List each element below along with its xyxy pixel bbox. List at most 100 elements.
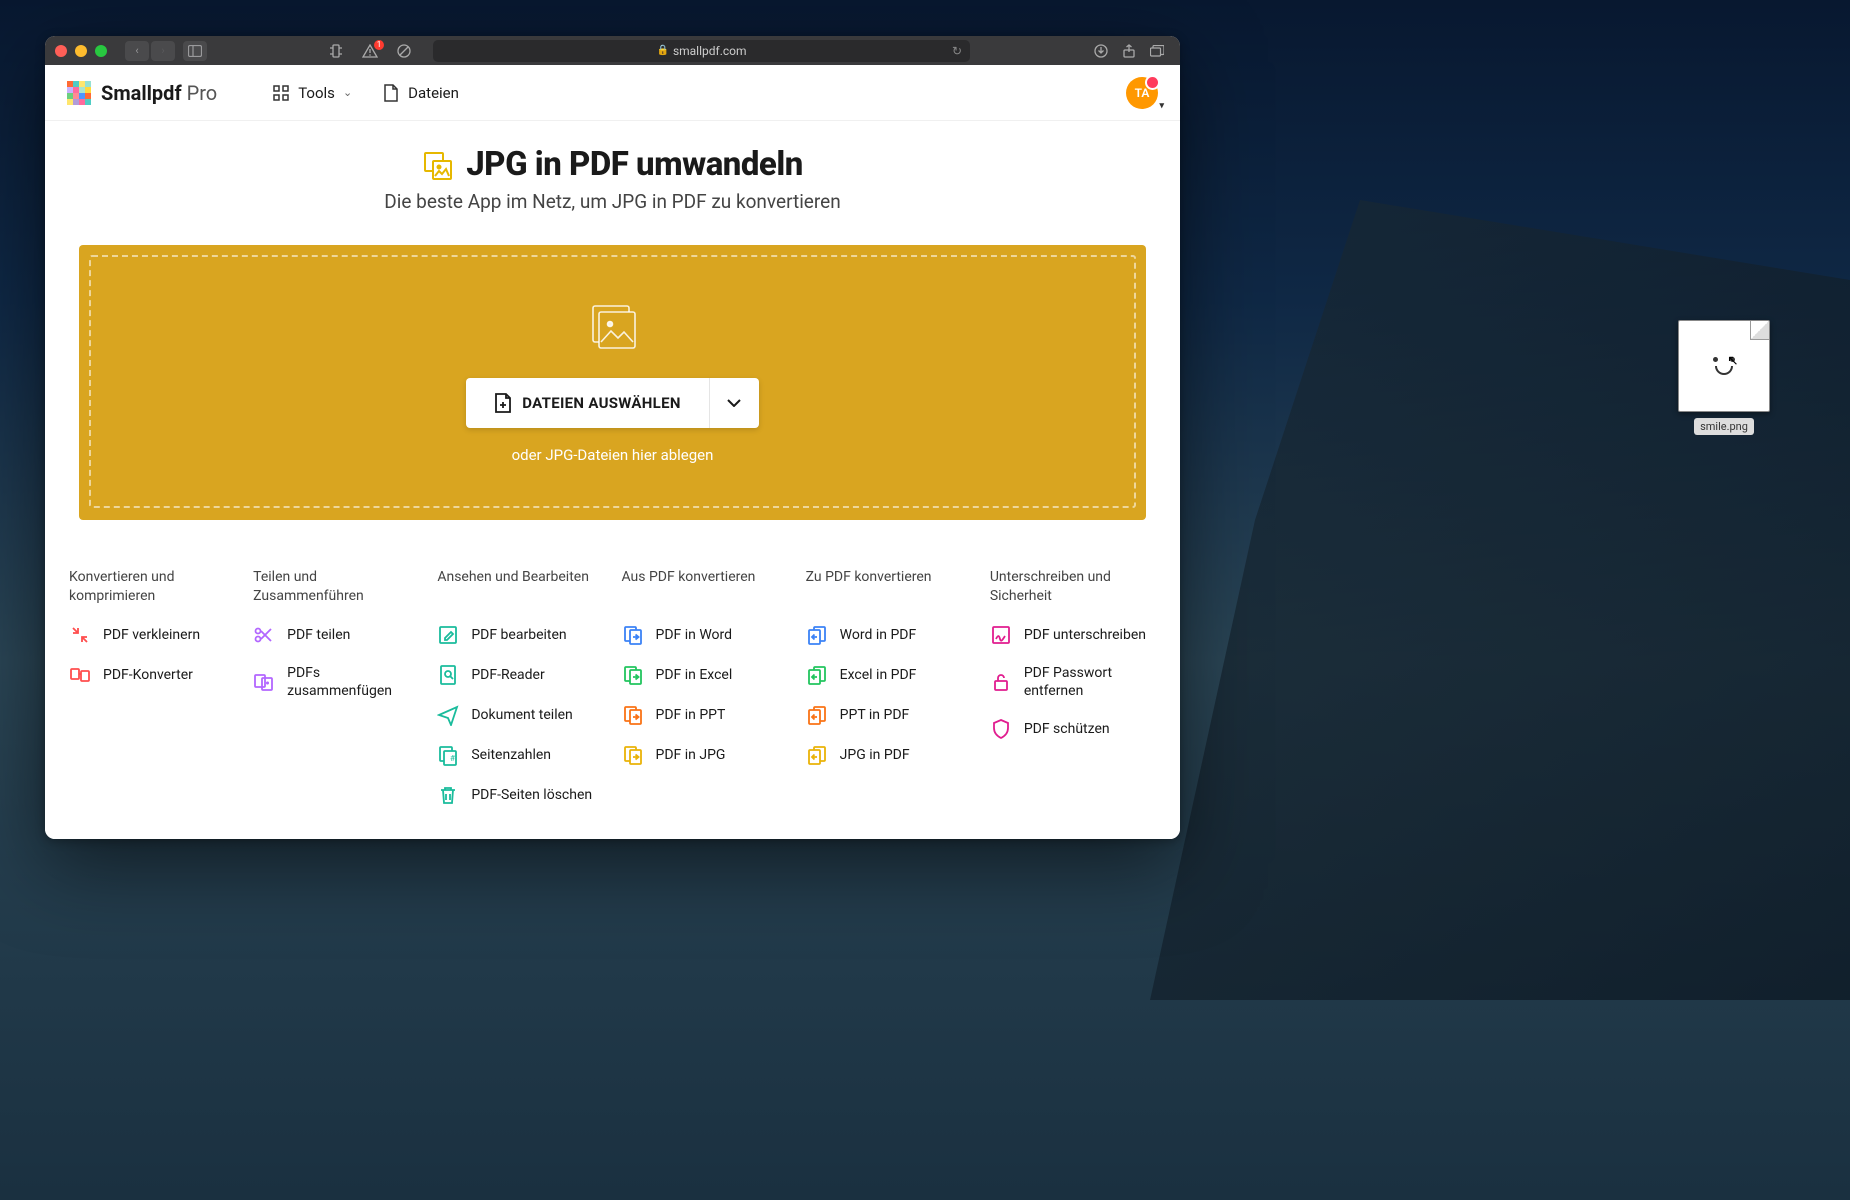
sidebar-toggle-button[interactable]: [183, 41, 207, 61]
tool-item-label: PPT in PDF: [840, 706, 910, 724]
tool-item-label: PDF-Konverter: [103, 666, 193, 684]
tool-column-heading: Unterschreiben und Sicherheit: [990, 568, 1156, 606]
file-thumbnail: ↖: [1678, 320, 1770, 412]
choose-files-button[interactable]: DATEIEN AUSWÄHLEN: [466, 378, 708, 428]
tool-item[interactable]: Word in PDF: [806, 624, 972, 646]
tool-item[interactable]: PDF in JPG: [622, 744, 788, 766]
safari-toolbar: ‹ › 🔒 smallpdf.com ↻: [45, 36, 1180, 65]
tool-item-label: PDF unterschreiben: [1024, 626, 1146, 644]
file-select-group: DATEIEN AUSWÄHLEN: [466, 378, 758, 428]
to-doc-icon: [622, 704, 644, 726]
dropzone[interactable]: DATEIEN AUSWÄHLEN oder JPG-Dateien hier …: [79, 245, 1146, 520]
choose-files-label: DATEIEN AUSWÄHLEN: [522, 394, 680, 412]
numbers-icon: #: [437, 744, 459, 766]
site-header: Smallpdf Pro Tools ⌄ Dateien: [45, 65, 1180, 121]
tool-item[interactable]: PDFs zusammenfügen: [253, 664, 419, 700]
tool-item[interactable]: PDF Passwort entfernen: [990, 664, 1156, 700]
privacy-icon[interactable]: [323, 41, 349, 61]
window-controls: [55, 45, 107, 57]
tool-item[interactable]: PDF-Konverter: [69, 664, 235, 686]
send-icon: [437, 704, 459, 726]
compress-icon: [69, 624, 91, 646]
back-button[interactable]: ‹: [125, 41, 149, 61]
image-stack-icon: [585, 300, 641, 360]
hero-subtitle: Die beste App im Netz, um JPG in PDF zu …: [65, 190, 1160, 213]
from-doc-icon: [806, 704, 828, 726]
sign-icon: [990, 624, 1012, 646]
tool-item[interactable]: PDF schützen: [990, 718, 1156, 740]
from-doc-icon: [806, 744, 828, 766]
files-label: Dateien: [408, 84, 459, 102]
svg-text:#: #: [450, 754, 455, 763]
split-icon: [253, 624, 275, 646]
file-name: smile.png: [1694, 418, 1754, 435]
tool-item[interactable]: Excel in PDF: [806, 664, 972, 686]
tool-item-label: PDF-Seiten löschen: [471, 786, 592, 804]
reload-icon[interactable]: ↻: [952, 44, 962, 58]
tool-column: Aus PDF konvertieren PDF in Word PDF in Ex…: [622, 568, 788, 806]
url-bar[interactable]: 🔒 smallpdf.com ↻: [433, 40, 970, 62]
tool-column: Teilen und ZusammenführenPDF teilenPDFs …: [253, 568, 419, 806]
tool-item[interactable]: JPG in PDF: [806, 744, 972, 766]
page-content[interactable]: Smallpdf Pro Tools ⌄ Dateien: [45, 65, 1180, 839]
tool-item[interactable]: PDF-Reader: [437, 664, 603, 686]
tool-item-label: Seitenzahlen: [471, 746, 551, 764]
desktop-file[interactable]: ↖ smile.png: [1678, 320, 1770, 435]
tool-item-label: PDF-Reader: [471, 666, 544, 684]
tool-column-heading: Zu PDF konvertieren: [806, 568, 972, 606]
tool-item[interactable]: PDF-Seiten löschen: [437, 784, 603, 806]
warning-icon[interactable]: [357, 41, 383, 61]
tool-item-label: PDF in PPT: [656, 706, 726, 724]
cursor-icon: ↖: [1727, 353, 1739, 369]
tool-item-label: PDF verkleinern: [103, 626, 200, 644]
logo-mark-icon: [67, 81, 91, 105]
avatar-chevron-icon: ▾: [1159, 101, 1164, 111]
tool-column-heading: Aus PDF konvertieren: [622, 568, 788, 606]
tool-item[interactable]: PPT in PDF: [806, 704, 972, 726]
share-icon[interactable]: [1116, 41, 1142, 61]
to-doc-icon: [622, 744, 644, 766]
tool-item[interactable]: PDF bearbeiten: [437, 624, 603, 646]
tool-item[interactable]: Dokument teilen: [437, 704, 603, 726]
shield-icon: [990, 718, 1012, 740]
tool-column-heading: Ansehen und Bearbeiten: [437, 568, 603, 606]
downloads-icon[interactable]: [1088, 41, 1114, 61]
maximize-window-button[interactable]: [95, 45, 107, 57]
block-icon[interactable]: [391, 41, 417, 61]
close-window-button[interactable]: [55, 45, 67, 57]
tool-item-label: PDF bearbeiten: [471, 626, 566, 644]
tool-item[interactable]: PDF in PPT: [622, 704, 788, 726]
file-plus-icon: [494, 393, 512, 413]
chevron-down-icon: [727, 399, 741, 407]
tools-label: Tools: [298, 84, 335, 102]
tabs-icon[interactable]: [1144, 41, 1170, 61]
tool-item-label: Dokument teilen: [471, 706, 572, 724]
tool-item[interactable]: PDF teilen: [253, 624, 419, 646]
tool-item-label: PDF in Word: [656, 626, 733, 644]
jpg-to-pdf-icon: [422, 150, 452, 180]
minimize-window-button[interactable]: [75, 45, 87, 57]
tool-item[interactable]: PDF unterschreiben: [990, 624, 1156, 646]
safari-window: ‹ › 🔒 smallpdf.com ↻: [45, 36, 1180, 839]
url-text: smallpdf.com: [673, 44, 747, 58]
tools-menu[interactable]: Tools ⌄: [272, 84, 352, 102]
forward-button[interactable]: ›: [151, 41, 175, 61]
tool-item[interactable]: PDF in Excel: [622, 664, 788, 686]
delete-icon: [437, 784, 459, 806]
hero-title: JPG in PDF umwandeln: [466, 145, 803, 184]
unlock-icon: [990, 671, 1012, 693]
tool-item-label: PDF Passwort entfernen: [1024, 664, 1156, 700]
tool-item-label: PDFs zusammenfügen: [287, 664, 419, 700]
tool-item[interactable]: PDF in Word: [622, 624, 788, 646]
tool-item[interactable]: # Seitenzahlen: [437, 744, 603, 766]
logo[interactable]: Smallpdf Pro: [67, 81, 217, 105]
tool-column: Unterschreiben und Sicherheit PDF untersc…: [990, 568, 1156, 806]
user-avatar[interactable]: TA ▾: [1126, 77, 1158, 109]
tool-item-label: PDF in Excel: [656, 666, 733, 684]
tool-item[interactable]: PDF verkleinern: [69, 624, 235, 646]
tool-item-label: Excel in PDF: [840, 666, 917, 684]
tool-item-label: JPG in PDF: [840, 746, 910, 764]
grid-icon: [272, 84, 290, 102]
files-menu[interactable]: Dateien: [382, 84, 459, 102]
choose-files-dropdown[interactable]: [709, 378, 759, 428]
